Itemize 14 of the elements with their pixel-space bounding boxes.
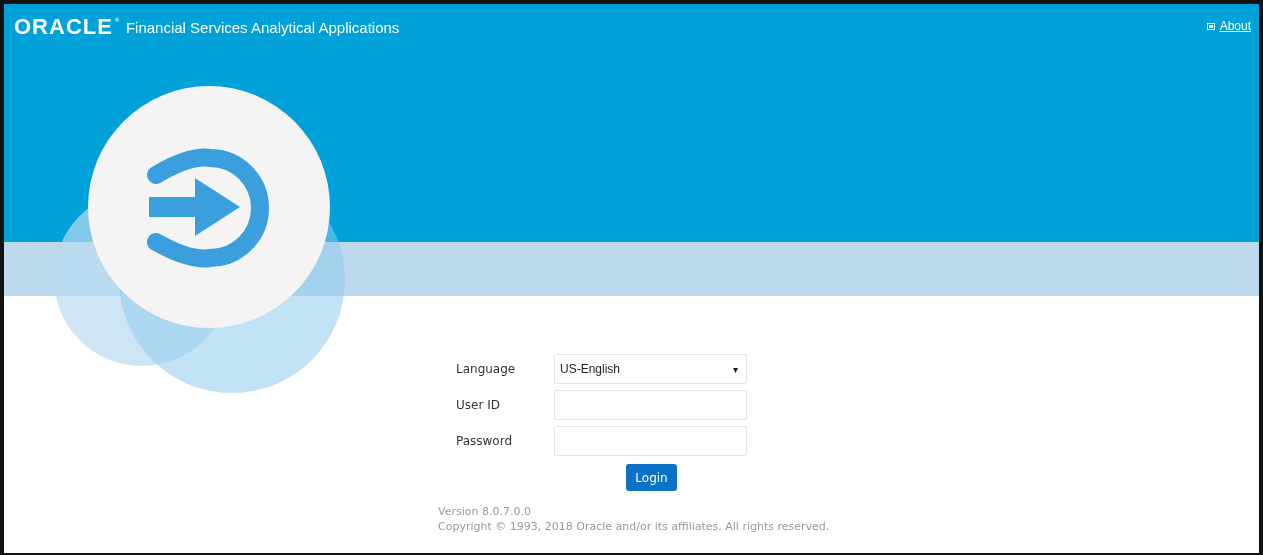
field-label: Password: [456, 434, 514, 448]
copyright-text: Copyright © 1993, 2018 Oracle and/or its affiliates. All rights reserved.: [438, 519, 831, 534]
login-button[interactable]: Login: [626, 464, 677, 491]
password-field[interactable]: [554, 426, 747, 456]
language-select[interactable]: US-English ▾: [554, 354, 747, 384]
field-label: User ID: [456, 398, 501, 412]
app-title: Financial Services Analytical Applications: [125, 18, 400, 38]
user-id-field[interactable]: [554, 390, 747, 420]
version-text: Version 8.0.7.0.0: [438, 504, 532, 519]
info-icon: [1206, 22, 1215, 30]
login-arrow-icon: [147, 148, 269, 268]
field-label: Language: [456, 362, 517, 376]
oracle-logo: ORACLE: [14, 14, 113, 40]
about-link[interactable]: About: [1219, 19, 1251, 33]
